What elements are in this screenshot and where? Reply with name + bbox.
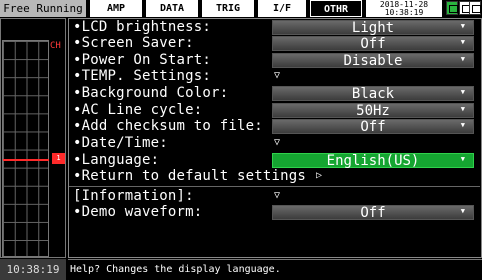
language-value: English(US) bbox=[326, 153, 420, 169]
tab-amp[interactable]: AMP bbox=[90, 0, 142, 17]
play-arrow-icon[interactable]: ▷ bbox=[316, 170, 328, 182]
time-text: 10:38:19 bbox=[384, 8, 424, 17]
time-label: 10:38:19 bbox=[0, 259, 66, 280]
setting-label-date-time: •Date/Time: bbox=[73, 135, 168, 151]
setting-label-language: •Language: bbox=[73, 152, 160, 168]
power-on-start-value: Disable bbox=[343, 53, 403, 69]
waveform-trace bbox=[3, 159, 49, 161]
setting-label-screen-saver: •Screen Saver: bbox=[73, 35, 194, 51]
setting-label-demo-waveform: •Demo waveform: bbox=[73, 204, 203, 220]
chevron-down-icon: ▼ bbox=[460, 55, 465, 63]
help-text: Help? Changes the display language. bbox=[68, 259, 482, 280]
tab-if[interactable]: I/F bbox=[258, 0, 306, 17]
tab-data[interactable]: DATA bbox=[146, 0, 198, 17]
setting-label-power-on-start: •Power On Start: bbox=[73, 52, 212, 68]
add-checksum-dropdown[interactable]: Off ▼ bbox=[272, 119, 474, 134]
lcd-brightness-dropdown[interactable]: Light ▼ bbox=[272, 20, 474, 35]
chevron-down-icon: ▼ bbox=[460, 105, 465, 113]
information-expand-icon[interactable]: ▽ bbox=[274, 190, 286, 202]
demo-waveform-dropdown[interactable]: Off ▼ bbox=[272, 205, 474, 220]
ac-line-cycle-dropdown[interactable]: 50Hz ▼ bbox=[272, 103, 474, 118]
channel-label: CH bbox=[50, 41, 61, 51]
demo-waveform-value: Off bbox=[360, 205, 386, 221]
chevron-down-icon: ▼ bbox=[460, 121, 465, 129]
date-time-expand-icon[interactable]: ▽ bbox=[274, 137, 286, 149]
chevron-down-icon: ▼ bbox=[460, 38, 465, 46]
language-dropdown[interactable]: English(US) ▼ bbox=[272, 153, 474, 168]
chevron-down-icon: ▼ bbox=[460, 88, 465, 96]
ac-line-cycle-value: 50Hz bbox=[356, 103, 390, 119]
setting-label-add-checksum: •Add checksum to file: bbox=[73, 118, 263, 134]
date-time-display: 2018-11-28 10:38:19 bbox=[366, 0, 442, 17]
tab-trig[interactable]: TRIG bbox=[202, 0, 254, 17]
storage-icon bbox=[446, 1, 458, 15]
section-divider bbox=[69, 186, 480, 187]
channel-marker: 1 bbox=[52, 153, 65, 164]
sd-card-icon bbox=[469, 1, 481, 15]
screen-saver-dropdown[interactable]: Off ▼ bbox=[272, 36, 474, 51]
power-on-start-dropdown[interactable]: Disable ▼ bbox=[272, 53, 474, 68]
chevron-down-icon: ▼ bbox=[460, 22, 465, 30]
setting-label-background-color: •Background Color: bbox=[73, 85, 229, 101]
temp-settings-expand-icon[interactable]: ▽ bbox=[274, 70, 286, 82]
background-color-value: Black bbox=[351, 86, 395, 102]
chevron-down-icon: ▼ bbox=[460, 155, 465, 163]
screen-saver-value: Off bbox=[360, 36, 386, 52]
mode-label: Free Running bbox=[0, 0, 86, 17]
chevron-down-icon: ▼ bbox=[460, 207, 465, 215]
setting-label-lcd-brightness: •LCD brightness: bbox=[73, 19, 212, 35]
waveform-grid bbox=[2, 40, 49, 257]
setting-label-return-default: •Return to default settings bbox=[73, 168, 306, 184]
setting-label-ac-line-cycle: •AC Line cycle: bbox=[73, 102, 203, 118]
setting-label-information: [Information]: bbox=[73, 188, 194, 204]
setting-label-temp-settings: •TEMP. Settings: bbox=[73, 68, 212, 84]
tab-othr[interactable]: OTHR bbox=[310, 0, 362, 17]
background-color-dropdown[interactable]: Black ▼ bbox=[272, 86, 474, 101]
add-checksum-value: Off bbox=[360, 119, 386, 135]
lcd-brightness-value: Light bbox=[351, 20, 395, 36]
